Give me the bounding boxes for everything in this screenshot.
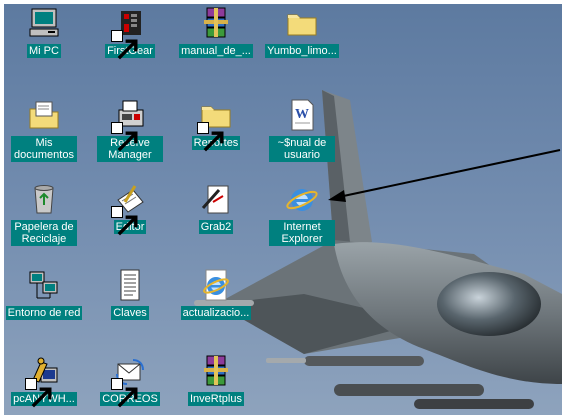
desktop-icon-claves[interactable]: Claves bbox=[90, 266, 170, 346]
winrar-archive-icon bbox=[199, 6, 233, 40]
desktop-icon-grab2[interactable]: Grab2 bbox=[176, 180, 256, 260]
icon-label: ~$nual de usuario bbox=[269, 136, 335, 162]
icon-label: Internet Explorer bbox=[269, 220, 335, 246]
pcanywhere-icon bbox=[25, 354, 61, 408]
desktop-icon-nual-de-usuario[interactable]: W ~$nual de usuario bbox=[262, 96, 342, 176]
shortcut-arrow-icon bbox=[111, 30, 138, 60]
icon-label: Papelera de Reciclaje bbox=[11, 220, 77, 246]
winrar-archive-icon bbox=[199, 354, 233, 388]
icon-label: Claves bbox=[111, 306, 149, 320]
svg-text:W: W bbox=[295, 107, 309, 122]
icon-label: Mis documentos bbox=[11, 136, 77, 162]
folder-icon bbox=[197, 98, 233, 152]
icon-label: Entorno de red bbox=[5, 306, 83, 320]
desktop-icon-reportes[interactable]: Reportes bbox=[176, 96, 256, 176]
fax-receive-icon bbox=[111, 98, 147, 152]
shortcut-arrow-icon bbox=[111, 206, 138, 236]
folder-icon bbox=[285, 6, 319, 40]
text-document-icon bbox=[113, 268, 147, 302]
recycle-bin-icon bbox=[27, 182, 61, 216]
desktop-icon-actualizacion[interactable]: actualizacio... bbox=[176, 266, 256, 346]
shortcut-arrow-icon bbox=[197, 122, 224, 152]
desktop-icon-firstgear[interactable]: FirstGear bbox=[90, 4, 170, 84]
icon-label: InveRtplus bbox=[188, 392, 244, 406]
icon-label: Mi PC bbox=[27, 44, 61, 58]
desktop-icon-mis-documentos[interactable]: Mis documentos bbox=[4, 96, 84, 176]
desktop-icon-mi-pc[interactable]: Mi PC bbox=[4, 4, 84, 84]
desktop-icon-entorno-de-red[interactable]: Entorno de red bbox=[4, 266, 84, 346]
desktop[interactable]: Mi PC FirstGear manual_de_... Yumbo_limo… bbox=[4, 4, 562, 415]
desktop-icon-receive-manager[interactable]: Receive Manager bbox=[90, 96, 170, 176]
my-computer-icon bbox=[27, 6, 61, 40]
icon-label: Grab2 bbox=[198, 220, 234, 234]
word-document-icon: W bbox=[285, 98, 319, 132]
firstgear-icon bbox=[111, 6, 147, 60]
shortcut-arrow-icon bbox=[111, 378, 138, 408]
icon-label: Yumbo_limo... bbox=[265, 44, 339, 58]
desktop-icon-editor[interactable]: Editor bbox=[90, 180, 170, 260]
desktop-icon-pcanywhere[interactable]: pcANYWH... bbox=[4, 352, 84, 415]
desktop-icon-correos[interactable]: CORREOS bbox=[90, 352, 170, 415]
internet-explorer-icon bbox=[199, 268, 233, 302]
notepad-editor-icon bbox=[111, 182, 147, 236]
grab-tool-icon bbox=[199, 182, 233, 216]
desktop-icon-manual[interactable]: manual_de_... bbox=[176, 4, 256, 84]
desktop-icon-internet-explorer[interactable]: Internet Explorer bbox=[262, 180, 342, 260]
desktop-icon-yumbo[interactable]: Yumbo_limo... bbox=[262, 4, 342, 84]
desktop-icon-invertplus[interactable]: InveRtplus bbox=[176, 352, 256, 415]
desktop-icon-papelera[interactable]: Papelera de Reciclaje bbox=[4, 180, 84, 260]
shortcut-arrow-icon bbox=[25, 378, 52, 408]
network-neighborhood-icon bbox=[27, 268, 61, 302]
icon-label: actualizacio... bbox=[180, 306, 252, 320]
my-documents-icon bbox=[27, 98, 61, 132]
mail-icon bbox=[111, 354, 147, 408]
internet-explorer-icon bbox=[285, 182, 319, 216]
icon-label: manual_de_... bbox=[179, 44, 253, 58]
shortcut-arrow-icon bbox=[111, 122, 138, 152]
